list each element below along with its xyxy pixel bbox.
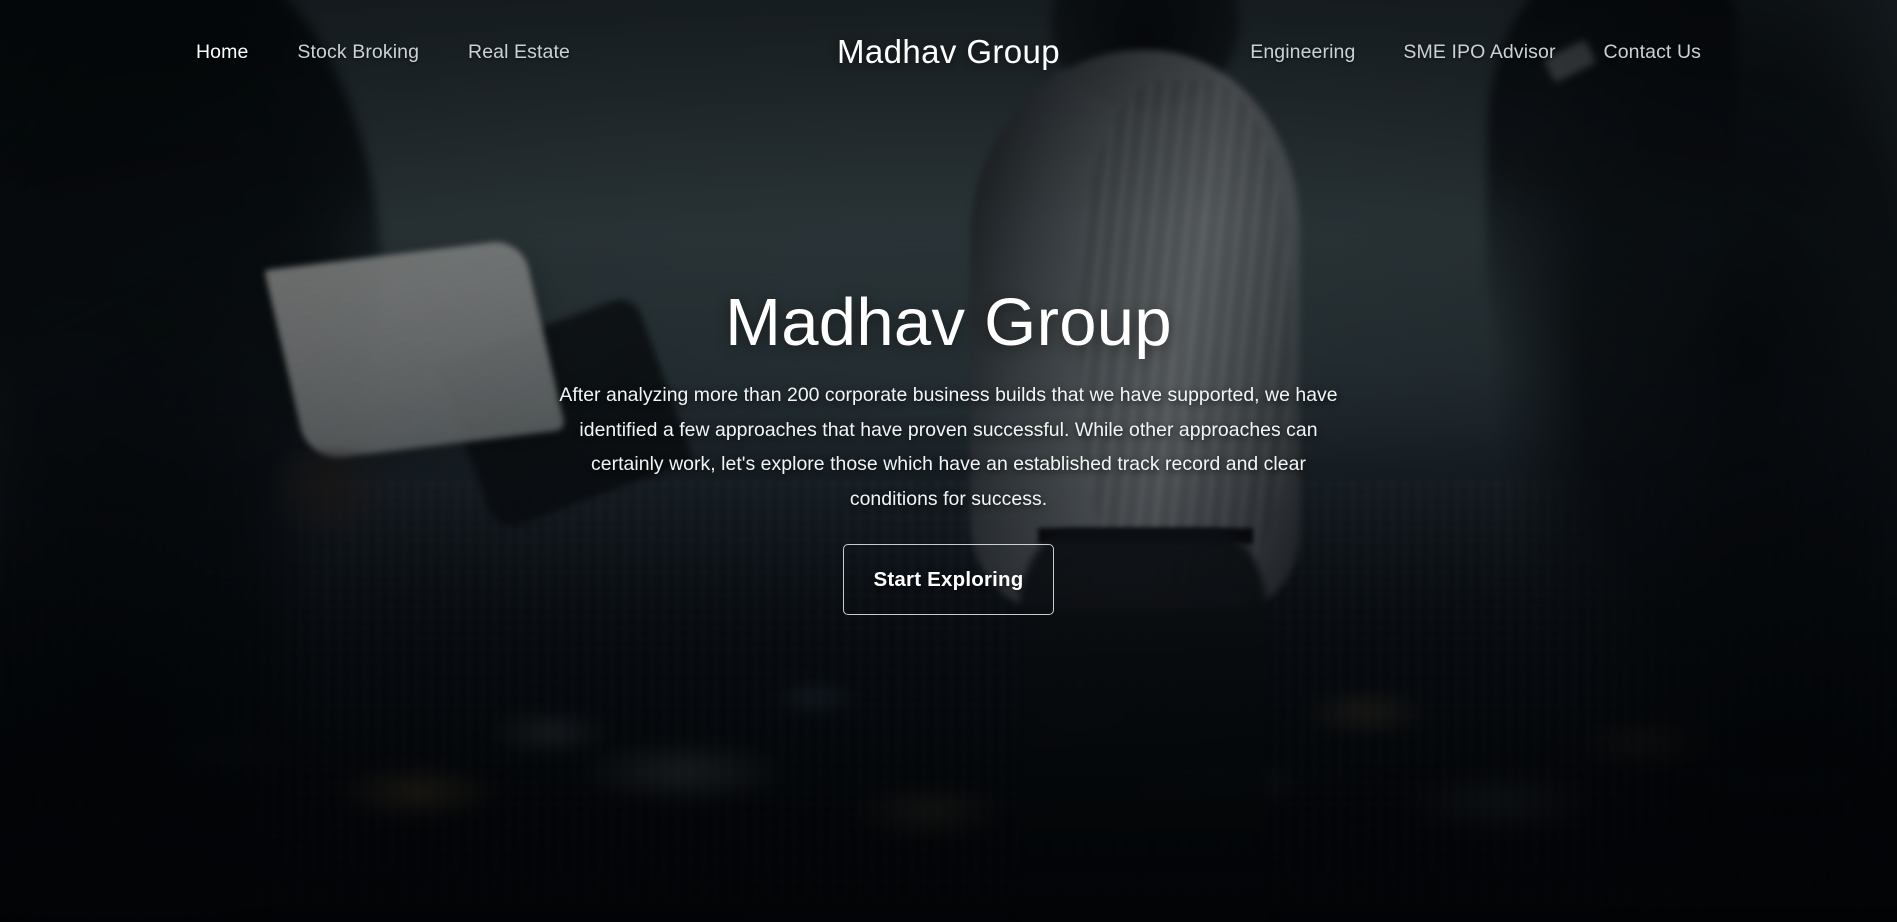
navbar-left-links: Home Stock Broking Real Estate [196,41,570,64]
main-navbar: Home Stock Broking Real Estate Madhav Gr… [0,0,1897,104]
start-exploring-button[interactable]: Start Exploring [842,544,1055,616]
navbar-right-links: Engineering SME IPO Advisor Contact Us [1250,41,1701,64]
nav-item-contact-us[interactable]: Contact Us [1604,41,1701,64]
nav-item-real-estate[interactable]: Real Estate [468,41,570,64]
nav-item-stock-broking[interactable]: Stock Broking [297,41,419,64]
nav-item-sme-ipo-advisor[interactable]: SME IPO Advisor [1403,41,1555,64]
hero-content: Madhav Group After analyzing more than 2… [554,285,1344,616]
hero-description: After analyzing more than 200 corporate … [559,384,1338,510]
hero-section: Home Stock Broking Real Estate Madhav Gr… [0,0,1897,922]
nav-item-engineering[interactable]: Engineering [1250,41,1355,64]
hero-cta-wrapper: Start Exploring [554,544,1344,616]
nav-item-home[interactable]: Home [196,41,248,64]
brand-logo[interactable]: Madhav Group [837,33,1060,71]
hero-title: Madhav Group [725,285,1172,360]
